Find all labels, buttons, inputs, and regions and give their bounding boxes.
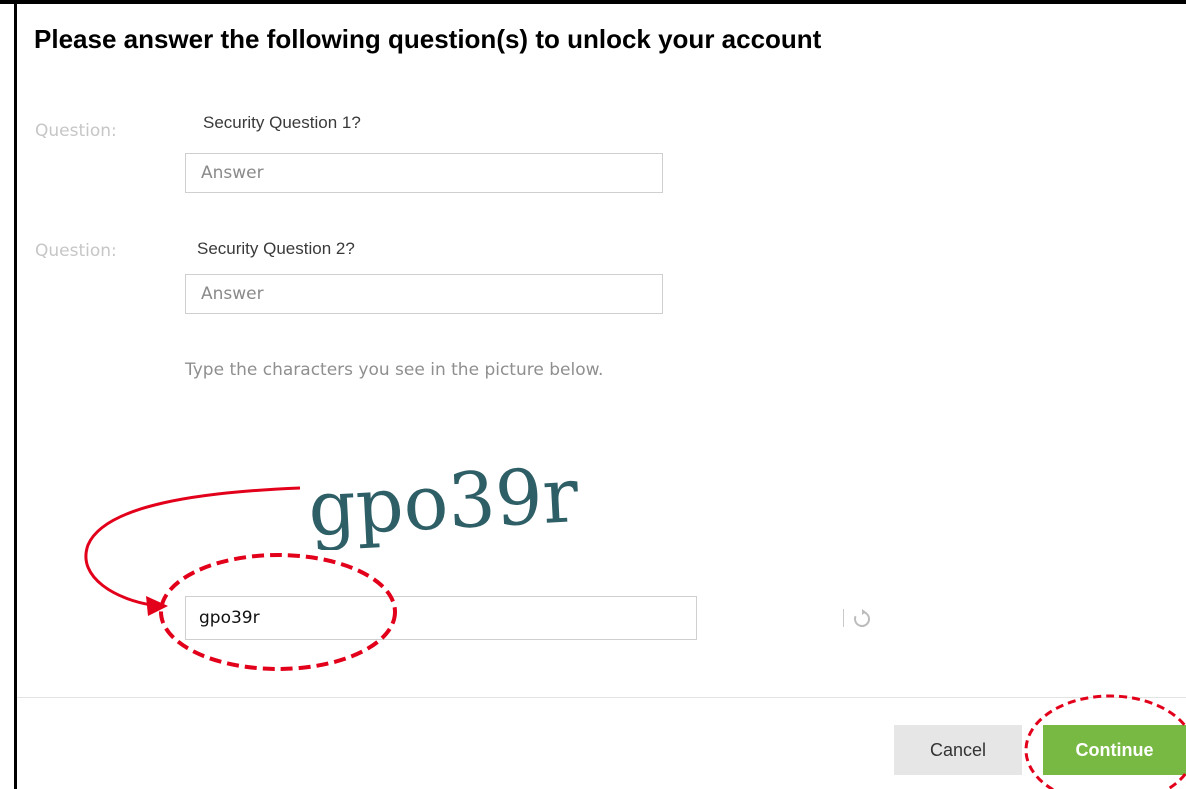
answer-2-field[interactable] <box>185 274 663 314</box>
answer-1-field[interactable] <box>185 153 663 193</box>
answer-1-input[interactable] <box>186 154 662 192</box>
unlock-account-dialog: Please answer the following question(s) … <box>0 0 1186 789</box>
answer-2-input[interactable] <box>186 275 662 313</box>
annotation-overlay <box>84 486 1186 789</box>
question-2-label: Question: <box>35 241 117 261</box>
annotation-arrow-curve <box>84 486 301 607</box>
question-2-text: Security Question 2? <box>197 239 355 258</box>
captcha-input[interactable] <box>186 597 636 639</box>
continue-button[interactable]: Continue <box>1043 725 1186 775</box>
question-1-label: Question: <box>35 121 117 141</box>
question-1-text: Security Question 1? <box>203 113 361 132</box>
captcha-image: gpo39r <box>306 450 581 550</box>
captcha-field[interactable] <box>185 596 870 640</box>
cancel-button[interactable]: Cancel <box>894 725 1022 775</box>
captcha-image-text: gpo39r <box>306 450 581 550</box>
frame-left-border <box>14 0 17 789</box>
refresh-icon[interactable] <box>851 608 873 630</box>
annotation-arrow-head <box>146 596 168 616</box>
footer-divider <box>17 697 1186 698</box>
captcha-instruction: Type the characters you see in the pictu… <box>185 360 604 380</box>
refresh-separator <box>843 609 844 627</box>
frame-top-border <box>0 0 1186 4</box>
page-title: Please answer the following question(s) … <box>34 24 822 54</box>
